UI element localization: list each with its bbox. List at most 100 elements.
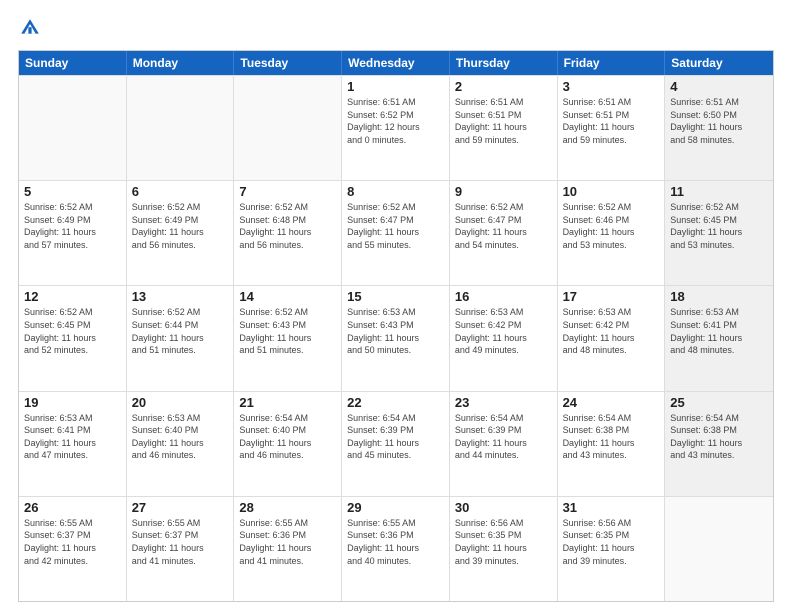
day-number: 19 (24, 395, 121, 410)
calendar-cell: 15 Sunrise: 6:53 AM Sunset: 6:43 PM Dayli… (342, 286, 450, 390)
calendar-cell: 11 Sunrise: 6:52 AM Sunset: 6:45 PM Dayli… (665, 181, 773, 285)
day-info: Sunrise: 6:53 AM Sunset: 6:42 PM Dayligh… (563, 306, 660, 356)
day-info: Sunrise: 6:52 AM Sunset: 6:45 PM Dayligh… (24, 306, 121, 356)
day-info: Sunrise: 6:55 AM Sunset: 6:37 PM Dayligh… (132, 517, 229, 567)
day-info: Sunrise: 6:53 AM Sunset: 6:40 PM Dayligh… (132, 412, 229, 462)
day-number: 2 (455, 79, 552, 94)
calendar-cell: 25 Sunrise: 6:54 AM Sunset: 6:38 PM Dayli… (665, 392, 773, 496)
day-number: 20 (132, 395, 229, 410)
weekday-header: Saturday (665, 51, 773, 75)
day-number: 15 (347, 289, 444, 304)
weekday-header: Sunday (19, 51, 127, 75)
day-info: Sunrise: 6:51 AM Sunset: 6:51 PM Dayligh… (563, 96, 660, 146)
calendar-cell: 8 Sunrise: 6:52 AM Sunset: 6:47 PM Daylig… (342, 181, 450, 285)
day-number: 11 (670, 184, 768, 199)
day-number: 13 (132, 289, 229, 304)
calendar-cell (665, 497, 773, 601)
weekday-header: Tuesday (234, 51, 342, 75)
logo-icon (18, 16, 42, 40)
day-info: Sunrise: 6:52 AM Sunset: 6:47 PM Dayligh… (347, 201, 444, 251)
day-number: 5 (24, 184, 121, 199)
day-info: Sunrise: 6:52 AM Sunset: 6:49 PM Dayligh… (24, 201, 121, 251)
calendar-cell: 29Sunrise: 6:55 AM Sunset: 6:36 PM Dayli… (342, 497, 450, 601)
day-info: Sunrise: 6:53 AM Sunset: 6:41 PM Dayligh… (670, 306, 768, 356)
day-number: 7 (239, 184, 336, 199)
calendar-row: 1Sunrise: 6:51 AM Sunset: 6:52 PM Daylig… (19, 75, 773, 180)
day-number: 12 (24, 289, 121, 304)
day-number: 23 (455, 395, 552, 410)
calendar-cell: 6 Sunrise: 6:52 AM Sunset: 6:49 PM Daylig… (127, 181, 235, 285)
day-number: 6 (132, 184, 229, 199)
day-info: Sunrise: 6:56 AM Sunset: 6:35 PM Dayligh… (455, 517, 552, 567)
day-number: 1 (347, 79, 444, 94)
page-header (18, 16, 774, 40)
day-number: 18 (670, 289, 768, 304)
day-number: 30 (455, 500, 552, 515)
calendar-row: 5 Sunrise: 6:52 AM Sunset: 6:49 PM Daylig… (19, 180, 773, 285)
calendar: SundayMondayTuesdayWednesdayThursdayFrid… (18, 50, 774, 602)
day-info: Sunrise: 6:54 AM Sunset: 6:39 PM Dayligh… (347, 412, 444, 462)
day-info: Sunrise: 6:51 AM Sunset: 6:51 PM Dayligh… (455, 96, 552, 146)
day-info: Sunrise: 6:54 AM Sunset: 6:38 PM Dayligh… (563, 412, 660, 462)
calendar-cell: 21 Sunrise: 6:54 AM Sunset: 6:40 PM Dayli… (234, 392, 342, 496)
calendar-cell: 16Sunrise: 6:53 AM Sunset: 6:42 PM Dayli… (450, 286, 558, 390)
calendar-cell (127, 76, 235, 180)
calendar-row: 26 Sunrise: 6:55 AM Sunset: 6:37 PM Dayli… (19, 496, 773, 601)
day-info: Sunrise: 6:52 AM Sunset: 6:49 PM Dayligh… (132, 201, 229, 251)
day-number: 28 (239, 500, 336, 515)
day-number: 4 (670, 79, 768, 94)
calendar-cell: 12 Sunrise: 6:52 AM Sunset: 6:45 PM Dayli… (19, 286, 127, 390)
day-info: Sunrise: 6:52 AM Sunset: 6:46 PM Dayligh… (563, 201, 660, 251)
day-number: 24 (563, 395, 660, 410)
calendar-row: 12 Sunrise: 6:52 AM Sunset: 6:45 PM Dayli… (19, 285, 773, 390)
day-number: 21 (239, 395, 336, 410)
calendar-cell: 9 Sunrise: 6:52 AM Sunset: 6:47 PM Daylig… (450, 181, 558, 285)
logo (18, 16, 46, 40)
day-number: 26 (24, 500, 121, 515)
day-number: 17 (563, 289, 660, 304)
weekday-header: Monday (127, 51, 235, 75)
calendar-cell: 31 Sunrise: 6:56 AM Sunset: 6:35 PM Dayli… (558, 497, 666, 601)
calendar-cell (234, 76, 342, 180)
calendar-cell: 20 Sunrise: 6:53 AM Sunset: 6:40 PM Dayli… (127, 392, 235, 496)
day-number: 31 (563, 500, 660, 515)
day-number: 10 (563, 184, 660, 199)
day-number: 16 (455, 289, 552, 304)
calendar-body: 1Sunrise: 6:51 AM Sunset: 6:52 PM Daylig… (19, 75, 773, 601)
calendar-cell: 3 Sunrise: 6:51 AM Sunset: 6:51 PM Daylig… (558, 76, 666, 180)
day-info: Sunrise: 6:55 AM Sunset: 6:36 PM Dayligh… (239, 517, 336, 567)
day-info: Sunrise: 6:55 AM Sunset: 6:36 PM Dayligh… (347, 517, 444, 567)
day-number: 27 (132, 500, 229, 515)
calendar-page: SundayMondayTuesdayWednesdayThursdayFrid… (0, 0, 792, 612)
day-info: Sunrise: 6:52 AM Sunset: 6:45 PM Dayligh… (670, 201, 768, 251)
day-info: Sunrise: 6:53 AM Sunset: 6:41 PM Dayligh… (24, 412, 121, 462)
day-number: 25 (670, 395, 768, 410)
day-info: Sunrise: 6:54 AM Sunset: 6:40 PM Dayligh… (239, 412, 336, 462)
day-number: 22 (347, 395, 444, 410)
day-info: Sunrise: 6:54 AM Sunset: 6:38 PM Dayligh… (670, 412, 768, 462)
day-info: Sunrise: 6:53 AM Sunset: 6:43 PM Dayligh… (347, 306, 444, 356)
calendar-cell: 7 Sunrise: 6:52 AM Sunset: 6:48 PM Daylig… (234, 181, 342, 285)
day-info: Sunrise: 6:56 AM Sunset: 6:35 PM Dayligh… (563, 517, 660, 567)
day-number: 14 (239, 289, 336, 304)
day-number: 3 (563, 79, 660, 94)
calendar-cell: 13Sunrise: 6:52 AM Sunset: 6:44 PM Dayli… (127, 286, 235, 390)
day-info: Sunrise: 6:54 AM Sunset: 6:39 PM Dayligh… (455, 412, 552, 462)
calendar-cell: 30 Sunrise: 6:56 AM Sunset: 6:35 PM Dayli… (450, 497, 558, 601)
day-info: Sunrise: 6:52 AM Sunset: 6:47 PM Dayligh… (455, 201, 552, 251)
calendar-header: SundayMondayTuesdayWednesdayThursdayFrid… (19, 51, 773, 75)
day-info: Sunrise: 6:52 AM Sunset: 6:48 PM Dayligh… (239, 201, 336, 251)
calendar-cell: 17 Sunrise: 6:53 AM Sunset: 6:42 PM Dayli… (558, 286, 666, 390)
calendar-cell: 14Sunrise: 6:52 AM Sunset: 6:43 PM Dayli… (234, 286, 342, 390)
calendar-cell: 5 Sunrise: 6:52 AM Sunset: 6:49 PM Daylig… (19, 181, 127, 285)
calendar-cell: 1Sunrise: 6:51 AM Sunset: 6:52 PM Daylig… (342, 76, 450, 180)
calendar-cell: 27 Sunrise: 6:55 AM Sunset: 6:37 PM Dayli… (127, 497, 235, 601)
calendar-cell: 22 Sunrise: 6:54 AM Sunset: 6:39 PM Dayli… (342, 392, 450, 496)
calendar-cell: 10 Sunrise: 6:52 AM Sunset: 6:46 PM Dayli… (558, 181, 666, 285)
day-number: 9 (455, 184, 552, 199)
calendar-cell: 26Sunrise: 6:55 AM Sunset: 6:37 PM Dayli… (19, 497, 127, 601)
calendar-cell: 19 Sunrise: 6:53 AM Sunset: 6:41 PM Dayli… (19, 392, 127, 496)
weekday-header: Wednesday (342, 51, 450, 75)
weekday-header: Thursday (450, 51, 558, 75)
day-number: 8 (347, 184, 444, 199)
